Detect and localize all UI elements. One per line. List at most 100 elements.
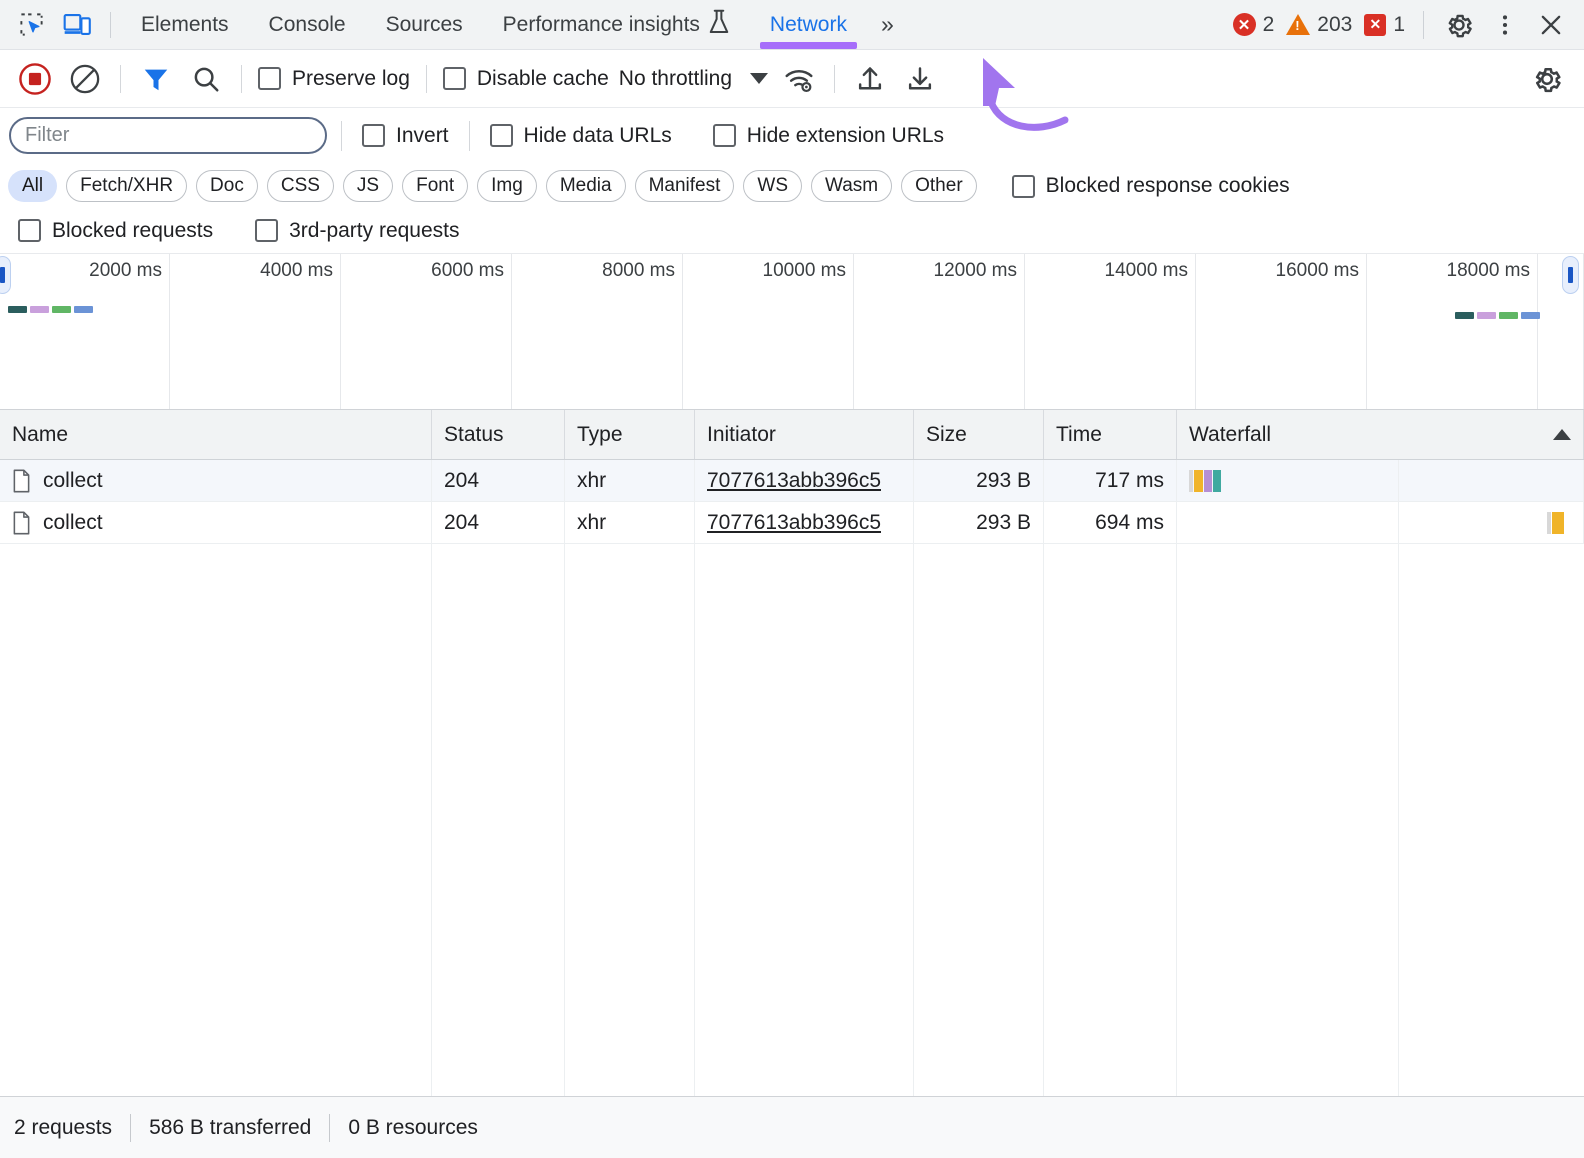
export-har-download-icon[interactable]: [895, 56, 945, 102]
record-stop-icon[interactable]: [10, 56, 60, 102]
type-filter-font[interactable]: Font: [402, 170, 469, 202]
column-header-waterfall[interactable]: Waterfall: [1177, 410, 1584, 459]
type-filter-media[interactable]: Media: [545, 170, 626, 202]
request-time: 717 ms: [1095, 468, 1164, 492]
tab-label: Elements: [141, 12, 229, 36]
checkbox-box: [1011, 174, 1035, 198]
column-header-label: Initiator: [707, 422, 776, 446]
tabbar-status-area: ✕ 2 203 ✕ 1: [1227, 3, 1584, 47]
search-icon[interactable]: [181, 56, 231, 102]
warning-count[interactable]: 203: [1280, 13, 1358, 37]
type-filter-all[interactable]: All: [8, 170, 58, 202]
disable-cache-checkbox[interactable]: Disable cache: [437, 67, 615, 91]
column-header-label: Type: [577, 422, 623, 446]
column-gridline: [432, 460, 565, 1096]
column-header-time[interactable]: Time: [1044, 410, 1177, 459]
device-toolbar-icon[interactable]: [54, 3, 100, 47]
filter-funnel-icon[interactable]: [131, 56, 181, 102]
overview-window-handle-right[interactable]: [1562, 256, 1579, 294]
close-icon[interactable]: [1528, 3, 1574, 47]
overview-request-bar: [1477, 312, 1496, 319]
request-time: 694 ms: [1095, 510, 1164, 534]
warning-icon: [1286, 14, 1311, 35]
column-header-initiator[interactable]: Initiator: [695, 410, 914, 459]
type-filter-js[interactable]: JS: [342, 170, 394, 202]
resources-size: 0 B resources: [348, 1115, 478, 1139]
network-settings-gear-icon[interactable]: [1522, 56, 1572, 102]
error-count[interactable]: ✕ 2: [1227, 13, 1281, 37]
type-filter-doc[interactable]: Doc: [196, 170, 258, 202]
filter-divider-2: [468, 120, 470, 151]
hide-extension-urls-checkbox[interactable]: Hide extension URLs: [707, 124, 950, 148]
tab-performance-insights[interactable]: Performance insights: [483, 0, 750, 49]
type-filter-css[interactable]: CSS: [266, 170, 334, 202]
column-gridline: [695, 460, 914, 1096]
type-filter-ws[interactable]: WS: [743, 170, 802, 202]
filter-divider: [341, 120, 342, 151]
kebab-menu-icon[interactable]: [1482, 3, 1528, 47]
checkbox-box: [258, 67, 281, 90]
requests-table: Name Status Type Initiator Size Time Waterfall…: [0, 410, 1584, 1096]
wifi-settings-icon[interactable]: [774, 56, 824, 102]
hide-extension-urls-label: Hide extension URLs: [746, 123, 945, 147]
request-name: collect: [43, 468, 103, 492]
throttling-select[interactable]: No throttling: [615, 67, 774, 91]
type-filter-other[interactable]: Other: [901, 170, 977, 202]
tab-elements[interactable]: Elements: [121, 0, 249, 49]
type-filter-manifest[interactable]: Manifest: [634, 170, 735, 202]
overview-tick-label: 12000 ms: [933, 260, 1017, 281]
tab-sources[interactable]: Sources: [366, 0, 483, 49]
overview-grid-cell: 4000 ms: [170, 254, 341, 409]
type-filter-wasm[interactable]: Wasm: [811, 170, 893, 202]
type-filter-fetch-xhr[interactable]: Fetch/XHR: [66, 170, 188, 202]
checkbox-box: [442, 67, 466, 90]
network-overview-timeline[interactable]: 2000 ms 4000 ms 6000 ms 8000 ms 10000 ms 1200…: [0, 254, 1584, 410]
request-type: xhr: [577, 468, 607, 492]
more-tabs-icon[interactable]: »: [867, 0, 908, 49]
initiator-link[interactable]: 7077613abb396c5: [707, 469, 881, 493]
hide-data-urls-checkbox[interactable]: Hide data URLs: [484, 124, 678, 148]
issue-count[interactable]: ✕ 1: [1358, 13, 1411, 37]
initiator-link[interactable]: 7077613abb396c5: [707, 511, 881, 535]
type-filter-img[interactable]: Img: [477, 170, 537, 202]
inspect-element-icon[interactable]: [8, 3, 54, 47]
invert-checkbox[interactable]: Invert: [356, 124, 455, 148]
table-row[interactable]: collect 204 xhr 7077613abb396c5 293 B 694 ms: [0, 502, 1584, 544]
tab-console[interactable]: Console: [249, 0, 366, 49]
column-header-name[interactable]: Name: [0, 410, 432, 459]
disable-cache-label: Disable cache: [476, 66, 609, 90]
column-gridline: [914, 460, 1044, 1096]
hide-data-urls-label: Hide data URLs: [523, 123, 672, 147]
overview-tick-label: 16000 ms: [1275, 260, 1359, 281]
column-gridline: [0, 460, 432, 1096]
blocked-response-cookies-checkbox[interactable]: Blocked response cookies: [1006, 174, 1296, 198]
overview-request-bar: [1521, 312, 1540, 319]
panel-tabs: Elements Console Sources Performance ins…: [121, 0, 908, 49]
flask-icon: [708, 9, 730, 41]
column-header-label: Name: [12, 422, 69, 446]
search-input[interactable]: [9, 117, 327, 154]
error-count-value: 2: [1262, 12, 1275, 36]
gear-icon[interactable]: [1436, 3, 1482, 47]
file-icon: [13, 511, 30, 534]
status-divider: [1423, 10, 1424, 39]
column-header-status[interactable]: Status: [432, 410, 565, 459]
third-party-requests-checkbox[interactable]: 3rd-party requests: [249, 219, 465, 243]
column-header-size[interactable]: Size: [914, 410, 1044, 459]
import-har-upload-icon[interactable]: [845, 56, 895, 102]
tab-label: Sources: [385, 12, 463, 36]
preserve-log-checkbox[interactable]: Preserve log: [252, 67, 416, 91]
resource-type-filters: All Fetch/XHR Doc CSS JS Font Img Media …: [0, 164, 1584, 208]
column-header-type[interactable]: Type: [565, 410, 695, 459]
blocked-requests-checkbox[interactable]: Blocked requests: [12, 219, 219, 243]
checkbox-box: [18, 219, 41, 242]
waterfall-bar: [1547, 511, 1564, 534]
overview-window-handle-left[interactable]: [0, 256, 11, 294]
tab-network[interactable]: Network: [750, 0, 867, 49]
waterfall-bar: [1189, 469, 1221, 492]
column-gridline: [565, 460, 695, 1096]
table-row[interactable]: collect 204 xhr 7077613abb396c5 293 B 717 ms: [0, 460, 1584, 502]
overview-request-bar: [52, 306, 71, 313]
table-body: collect 204 xhr 7077613abb396c5 293 B 717 ms c…: [0, 460, 1584, 1096]
clear-network-log-icon[interactable]: [60, 56, 110, 102]
